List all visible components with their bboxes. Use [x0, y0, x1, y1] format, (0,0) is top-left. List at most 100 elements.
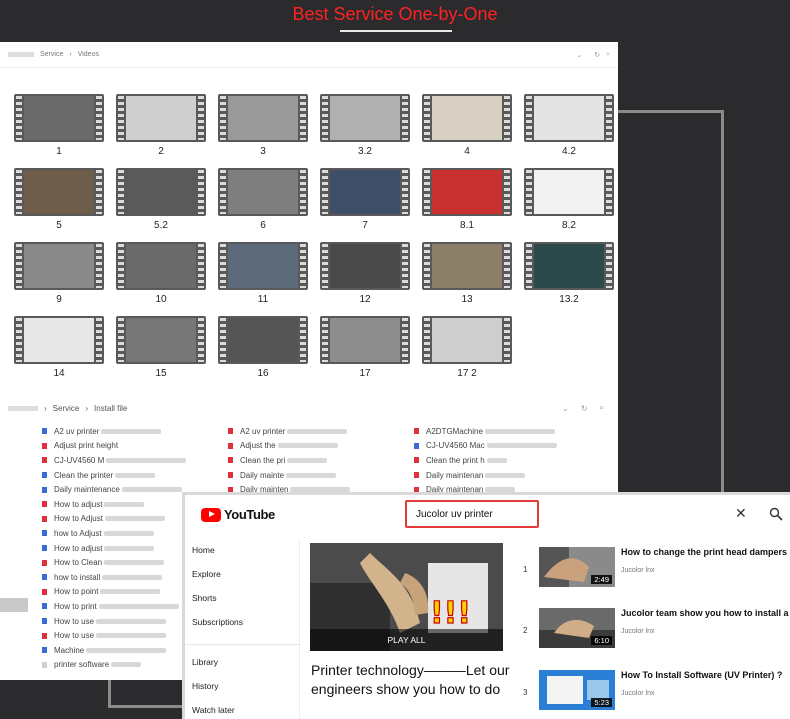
blurred-text — [484, 428, 555, 434]
document-file-icon — [42, 618, 47, 625]
video-file-tile[interactable]: 1 — [12, 94, 114, 164]
sidebar-item-explore[interactable]: Explore — [192, 569, 221, 579]
file-name: How to use — [54, 631, 95, 641]
video-file-name: 6 — [260, 220, 266, 231]
video-title[interactable]: How to change the print head dampers — [621, 547, 790, 557]
video-title[interactable]: Jucolor team show you how to install a — [621, 608, 790, 618]
file-name: CJ-UV4560 M — [54, 455, 105, 465]
youtube-logo[interactable]: YouTube — [201, 507, 275, 522]
file-item[interactable]: CJ-UV4560 Mac — [414, 439, 594, 454]
playlist-thumbnail[interactable]: !!! PLAY ALL — [310, 543, 503, 651]
sidebar-item-history[interactable]: History — [192, 681, 218, 691]
dropdown-chevron-icon[interactable]: ⌄ — [576, 51, 582, 59]
video-item[interactable]: 3 5:23 How To Install Software (UV Print… — [523, 670, 790, 719]
file-item[interactable]: Clean the pri — [228, 453, 408, 468]
video-file-tile[interactable]: 11 — [216, 242, 318, 312]
refresh-icon[interactable]: ↻ — [581, 404, 588, 413]
file-item[interactable]: CJ-UV4560 M — [42, 453, 222, 468]
close-icon[interactable]: ✕ — [735, 505, 747, 522]
video-file-tile[interactable]: 7 — [318, 168, 420, 238]
blurred-text — [287, 428, 348, 434]
video-channel[interactable]: Jucolor lnx — [621, 567, 654, 574]
video-file-tile[interactable]: 16 — [216, 316, 318, 386]
file-item[interactable]: Clean the printer — [42, 468, 222, 483]
file-item[interactable]: Clean the print h — [414, 453, 594, 468]
breadcrumb-videos[interactable]: Videos — [78, 51, 99, 58]
video-file-tile[interactable]: 15 — [114, 316, 216, 386]
video-file-tile[interactable]: 9 — [12, 242, 114, 312]
video-file-tile[interactable]: 6 — [216, 168, 318, 238]
file-item[interactable]: A2DTGMachine — [414, 424, 594, 439]
dropdown-chevron-icon[interactable]: ⌄ — [562, 404, 569, 413]
svg-text:!!!: !!! — [430, 596, 471, 631]
video-file-tile[interactable]: 8.2 — [522, 168, 618, 238]
address-bar-install-file[interactable]: › Service › Install file ⌄ ↻ ⌕ — [0, 400, 618, 416]
video-item[interactable]: 2 6:10 Jucolor team show you how to inst… — [523, 608, 790, 658]
search-icon[interactable] — [769, 507, 783, 521]
blurred-text — [104, 501, 145, 507]
video-file-tile[interactable]: 17 — [318, 316, 420, 386]
video-file-name: 12 — [359, 294, 371, 305]
blurred-path — [8, 405, 38, 411]
search-icon[interactable]: ⌕ — [606, 51, 610, 59]
breadcrumb-service[interactable]: Service — [40, 51, 63, 58]
video-file-tile[interactable]: 4 — [420, 94, 522, 164]
video-file-tile[interactable]: 5.2 — [114, 168, 216, 238]
pdf-file-icon — [42, 588, 47, 595]
file-item[interactable]: A2 uv printer — [228, 424, 408, 439]
video-thumbnail[interactable]: 2:49 — [539, 547, 615, 587]
file-name: How to point — [54, 587, 99, 597]
video-file-tile[interactable]: 3.2 — [318, 94, 420, 164]
video-thumbnail[interactable]: 6:10 — [539, 608, 615, 648]
video-file-tile[interactable]: 12 — [318, 242, 420, 312]
sidebar-item-home[interactable]: Home — [192, 545, 215, 555]
video-channel[interactable]: Jucolor lnx — [621, 690, 654, 697]
film-thumbnail-icon — [524, 94, 614, 142]
video-item[interactable]: 1 2:49 How to change the print head damp… — [523, 547, 790, 597]
video-frame — [126, 170, 196, 214]
video-file-tile[interactable]: 3 — [216, 94, 318, 164]
video-file-tile[interactable]: 13 — [420, 242, 522, 312]
video-file-tile[interactable]: 4.2 — [522, 94, 618, 164]
play-all-button[interactable]: PLAY ALL — [310, 635, 503, 645]
video-thumbnail[interactable]: 5:23 — [539, 670, 615, 710]
refresh-icon[interactable]: ↻ — [594, 51, 600, 59]
file-name: Daily mainte — [240, 470, 285, 480]
video-title[interactable]: How To Install Software (UV Printer) ? — [621, 670, 790, 680]
youtube-sidebar: Home Explore Shorts Subscriptions Librar… — [185, 539, 300, 719]
blurred-text — [86, 647, 167, 653]
pdf-file-icon — [42, 501, 47, 508]
youtube-play-icon — [201, 507, 221, 522]
video-file-tile[interactable]: 14 — [12, 316, 114, 386]
video-file-tile[interactable]: 13.2 — [522, 242, 618, 312]
video-channel[interactable]: Jucolor lnx — [621, 628, 654, 635]
video-file-tile[interactable]: 17 2 — [420, 316, 522, 386]
banner-title: Best Service One-by-One — [292, 4, 498, 24]
breadcrumb-service[interactable]: Service — [53, 404, 80, 413]
file-item[interactable]: Daily maintenan — [414, 468, 594, 483]
film-thumbnail-icon — [218, 94, 308, 142]
video-file-tile[interactable]: 5 — [12, 168, 114, 238]
sidebar-divider — [185, 644, 300, 645]
breadcrumb-install-file[interactable]: Install file — [94, 404, 127, 413]
file-item[interactable]: A2 uv printer — [42, 424, 222, 439]
file-item[interactable]: Adjust the — [228, 439, 408, 454]
video-file-tile[interactable]: 10 — [114, 242, 216, 312]
address-bar-videos[interactable]: Service › Videos ⌄ ↻ ⌕ — [0, 42, 618, 68]
file-item[interactable]: Daily mainte — [228, 468, 408, 483]
search-icon[interactable]: ⌕ — [600, 403, 604, 413]
sidebar-item-shorts[interactable]: Shorts — [192, 593, 217, 603]
playlist-title[interactable]: Printer technology———Let our engineers s… — [311, 661, 511, 699]
video-file-name: 15 — [155, 368, 167, 379]
video-file-name: 4 — [464, 146, 470, 157]
video-duration: 6:10 — [591, 636, 612, 645]
sidebar-item-library[interactable]: Library — [192, 657, 218, 667]
search-input[interactable]: Jucolor uv printer — [405, 500, 539, 528]
video-file-tile[interactable]: 2 — [114, 94, 216, 164]
video-frame — [432, 318, 502, 362]
video-file-tile[interactable]: 8.1 — [420, 168, 522, 238]
file-item[interactable]: Adjust print height — [42, 439, 222, 454]
sidebar-item-subscriptions[interactable]: Subscriptions — [192, 617, 243, 627]
film-thumbnail-icon — [14, 242, 104, 290]
sidebar-item-watch-later[interactable]: Watch later — [192, 705, 235, 715]
